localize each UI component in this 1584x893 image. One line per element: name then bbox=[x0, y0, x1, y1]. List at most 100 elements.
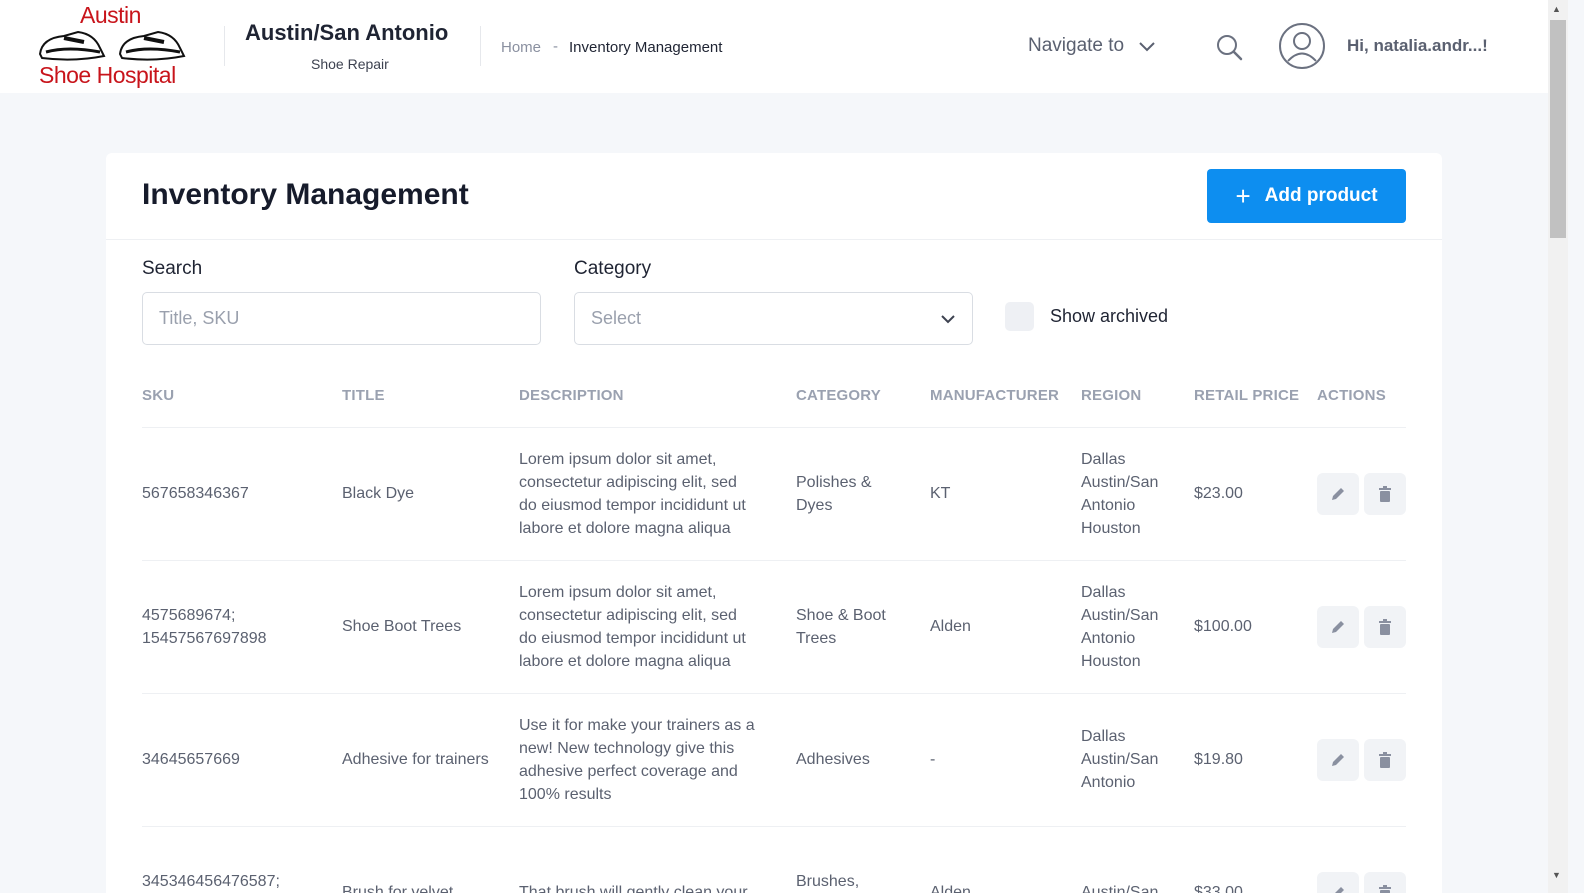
search-label: Search bbox=[142, 258, 203, 279]
scrollbar-thumb[interactable] bbox=[1550, 20, 1566, 238]
navigate-to-dropdown[interactable]: Navigate to bbox=[1028, 35, 1156, 57]
search-icon[interactable] bbox=[1214, 32, 1244, 62]
cell-retail-price: $100.00 bbox=[1194, 618, 1252, 635]
cell-category: Adhesives bbox=[796, 751, 870, 768]
cell-retail-price: $33.00 bbox=[1194, 884, 1243, 893]
cell-description: do eiusmod tempor incididunt ut bbox=[519, 496, 746, 514]
cell-title: Black Dye bbox=[342, 485, 415, 502]
column-header-description: DESCRIPTION bbox=[519, 387, 624, 404]
delete-button[interactable] bbox=[1364, 605, 1406, 648]
add-product-label: Add product bbox=[1264, 185, 1378, 206]
category-select[interactable]: Select bbox=[574, 292, 973, 345]
store-name: Austin/San Antonio bbox=[245, 20, 449, 45]
cell-description: That brush will gently clean your bbox=[519, 884, 748, 893]
breadcrumb-home-link[interactable]: Home bbox=[501, 39, 541, 56]
plus-icon: + bbox=[1235, 181, 1251, 211]
search-input[interactable] bbox=[142, 292, 541, 345]
column-header-title: TITLE bbox=[342, 387, 385, 404]
cell-manufacturer: KT bbox=[930, 485, 951, 502]
cell-description: consectetur adipiscing elit, sed bbox=[519, 473, 737, 491]
cell-retail-price: $19.80 bbox=[1194, 751, 1243, 768]
delete-button[interactable] bbox=[1364, 738, 1406, 781]
table-row-divider bbox=[142, 826, 1406, 827]
store-subtitle: Shoe Repair bbox=[311, 56, 389, 72]
column-header-region: REGION bbox=[1081, 387, 1142, 404]
cell-manufacturer: - bbox=[930, 751, 936, 768]
user-greeting[interactable]: Hi, natalia.andr...! bbox=[1347, 36, 1488, 56]
cell-category: Trees bbox=[796, 629, 837, 647]
scroll-down-arrow-icon[interactable]: ▼ bbox=[1552, 870, 1561, 880]
table-row-divider bbox=[142, 427, 1406, 428]
cell-description: new! New technology give this bbox=[519, 739, 735, 757]
top-header: Austin Shoe Hospital Austin/San Antonio … bbox=[0, 0, 1548, 93]
cell-region: Dallas bbox=[1081, 728, 1126, 745]
navigate-to-label: Navigate to bbox=[1028, 35, 1125, 56]
column-header-sku: SKU bbox=[142, 387, 175, 404]
cell-manufacturer: Alden bbox=[930, 884, 971, 893]
pencil-icon bbox=[1332, 753, 1344, 766]
cell-category: Brushes, bbox=[796, 872, 860, 890]
show-archived-label[interactable]: Show archived bbox=[1050, 306, 1168, 327]
edit-button[interactable] bbox=[1317, 738, 1359, 781]
cell-sku: 567658346367 bbox=[142, 485, 249, 502]
cell-category: Shoe & Boot bbox=[796, 606, 886, 624]
cell-retail-price: $23.00 bbox=[1194, 485, 1243, 502]
cell-description: Use it for make your trainers as a bbox=[519, 716, 755, 734]
cell-region: Antonio bbox=[1081, 496, 1136, 514]
chevron-down-icon bbox=[1139, 42, 1155, 52]
cell-region: Austin/San bbox=[1081, 606, 1159, 624]
delete-button[interactable] bbox=[1364, 871, 1406, 893]
cell-category: Dyes bbox=[796, 496, 833, 514]
cell-description: consectetur adipiscing elit, sed bbox=[519, 606, 737, 624]
breadcrumb-separator: - bbox=[553, 38, 558, 55]
edit-button[interactable] bbox=[1317, 605, 1359, 648]
user-avatar-icon[interactable] bbox=[1278, 22, 1326, 70]
delete-button[interactable] bbox=[1364, 472, 1406, 515]
trash-icon bbox=[1379, 485, 1391, 502]
cell-region: Antonio bbox=[1081, 774, 1136, 791]
trash-icon bbox=[1379, 618, 1391, 635]
cell-sku: 15457567697898 bbox=[142, 629, 267, 647]
page-title: Inventory Management bbox=[142, 178, 469, 211]
shoes-logo-icon bbox=[38, 30, 186, 61]
trash-icon bbox=[1379, 751, 1391, 768]
cell-title: Adhesive for trainers bbox=[342, 751, 489, 768]
category-select-value: Select bbox=[591, 308, 642, 328]
pencil-icon bbox=[1332, 487, 1344, 500]
add-product-button[interactable]: + Add product bbox=[1207, 169, 1406, 223]
cell-region: Austin/San bbox=[1081, 884, 1159, 893]
cell-sku: 4575689674; bbox=[142, 606, 236, 624]
cell-region: Houston bbox=[1081, 652, 1141, 670]
inventory-card bbox=[106, 153, 1442, 893]
breadcrumb-current: Inventory Management bbox=[569, 39, 723, 56]
pencil-icon bbox=[1334, 886, 1344, 893]
cell-title: Brush for velvet bbox=[342, 884, 454, 893]
cell-region: Houston bbox=[1081, 519, 1141, 537]
cell-description: Lorem ipsum dolor sit amet, bbox=[519, 450, 717, 468]
cell-region: Dallas bbox=[1081, 450, 1126, 468]
edit-button[interactable] bbox=[1317, 472, 1359, 515]
cell-description: adhesive perfect coverage and bbox=[519, 762, 738, 780]
pencil-icon bbox=[1332, 620, 1344, 633]
category-label: Category bbox=[574, 258, 652, 279]
table-row-divider bbox=[142, 560, 1406, 561]
column-header-manufacturer: MANUFACTURER bbox=[930, 387, 1060, 404]
cell-region: Austin/San bbox=[1081, 473, 1159, 491]
cell-description: do eiusmod tempor incididunt ut bbox=[519, 629, 746, 647]
cell-region: Austin/San bbox=[1081, 751, 1159, 768]
cell-manufacturer: Alden bbox=[930, 618, 971, 635]
scroll-up-arrow-icon[interactable]: ▲ bbox=[1552, 4, 1561, 14]
trash-icon bbox=[1379, 884, 1391, 893]
column-header-actions: ACTIONS bbox=[1317, 387, 1386, 404]
company-logo[interactable]: Austin Shoe Hospital bbox=[34, 2, 194, 90]
logo-text-line2: Shoe Hospital bbox=[39, 62, 176, 88]
column-header-category: CATEGORY bbox=[796, 387, 881, 404]
header-divider bbox=[480, 26, 481, 66]
cell-region: Antonio bbox=[1081, 629, 1136, 647]
edit-button[interactable] bbox=[1317, 871, 1359, 893]
cell-description: labore et dolore magna aliqua bbox=[519, 519, 731, 537]
cell-description: 100% results bbox=[519, 785, 612, 803]
table-row-divider bbox=[142, 693, 1406, 694]
show-archived-checkbox[interactable] bbox=[1005, 302, 1034, 331]
cell-category: Polishes & bbox=[796, 473, 872, 491]
